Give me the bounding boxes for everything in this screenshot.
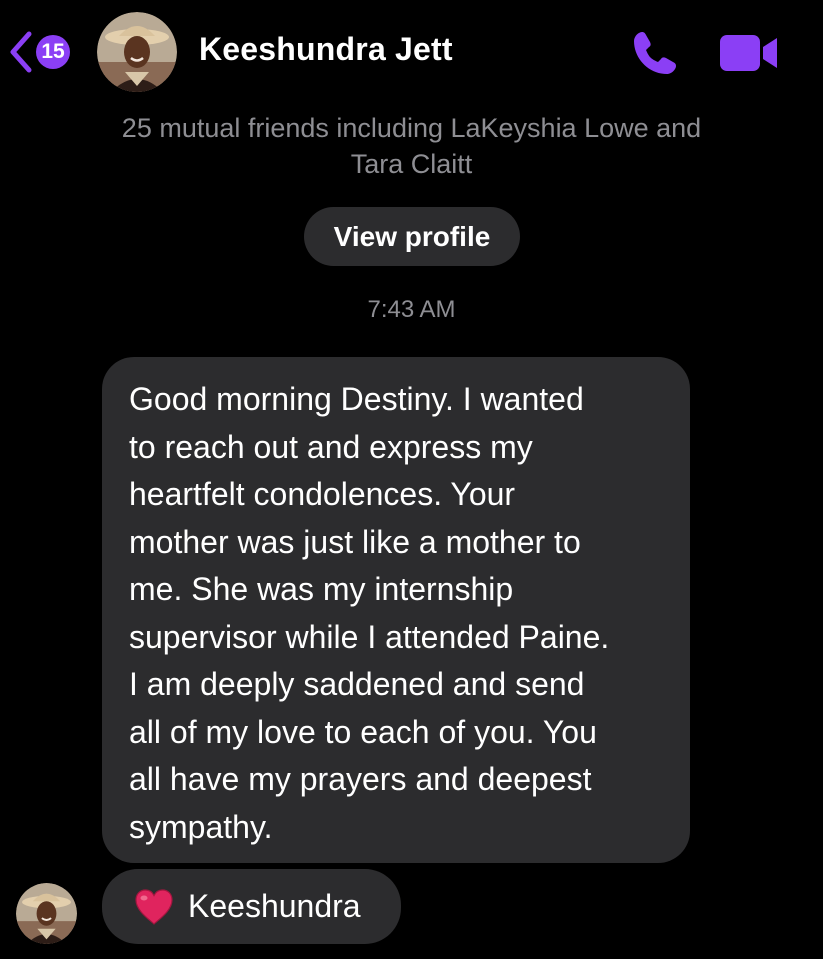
message-line: supervisor while I attended Paine. — [129, 618, 610, 655]
reaction-chip[interactable]: Keeshundra — [102, 869, 401, 944]
message-timestamp: 7:43 AM — [367, 296, 456, 323]
profile-photo-icon — [97, 12, 177, 92]
conversation-header: 15 Keeshundra Jett — [0, 0, 823, 105]
contact-avatar[interactable] — [97, 12, 177, 92]
mutual-friends-line: Tara Claitt — [350, 149, 473, 179]
video-call-button[interactable] — [718, 33, 780, 73]
mutual-friends-line: 25 mutual friends including LaKeyshia Lo… — [121, 113, 702, 143]
audio-call-button[interactable] — [630, 28, 680, 78]
message-line: mother was just like a mother to — [129, 523, 581, 560]
mutual-friends-text: 25 mutual friends including LaKeyshia Lo… — [0, 110, 823, 182]
message-line: I am deeply saddened and send — [129, 666, 585, 702]
message-line: heartfelt condolences. Your — [129, 476, 516, 512]
profile-photo-icon — [16, 883, 77, 944]
message-line: me. She was my internship — [129, 571, 514, 607]
sender-avatar[interactable] — [16, 883, 77, 944]
message-line: all of my love to each of you. You — [129, 713, 597, 750]
message-line: Good morning Destiny. I wanted — [129, 381, 584, 417]
chevron-left-icon — [10, 31, 32, 73]
reaction-label: Keeshundra — [188, 888, 361, 924]
video-camera-icon — [720, 35, 777, 71]
phone-icon — [634, 32, 676, 74]
red-heart-icon — [135, 888, 173, 925]
message-line: sympathy. — [129, 808, 273, 845]
message-line: all have my prayers and deepest — [129, 761, 592, 797]
message-line: to reach out and express my — [129, 428, 533, 465]
back-button[interactable]: 15 — [8, 30, 70, 74]
message-bubble[interactable]: Good morning Destiny. I wanted to reach … — [102, 357, 690, 863]
contact-name[interactable]: Keeshundra Jett — [199, 31, 453, 68]
view-profile-button[interactable]: View profile — [304, 207, 520, 266]
unread-count-badge: 15 — [36, 35, 70, 69]
